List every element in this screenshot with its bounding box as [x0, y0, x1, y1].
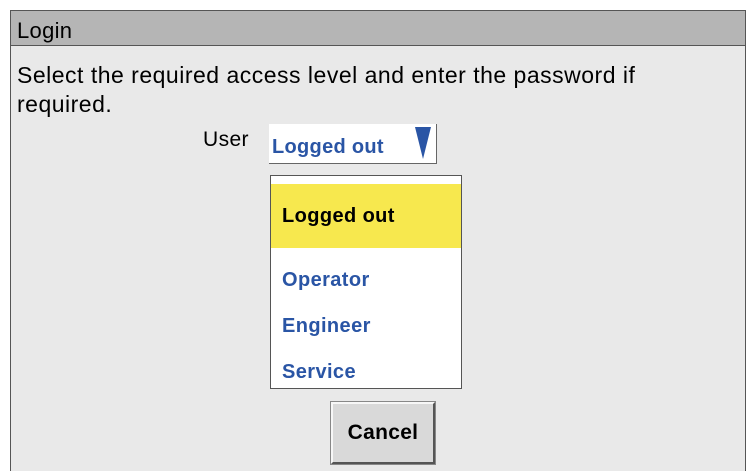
login-dialog: Login Select the required access level a… — [10, 10, 746, 471]
option-label: Operator — [282, 269, 370, 291]
cancel-button-label: Cancel — [347, 421, 419, 444]
option-label: Engineer — [282, 315, 371, 337]
dialog-title: Login — [17, 18, 73, 43]
user-label: User — [203, 128, 249, 151]
option-service[interactable]: Service — [271, 354, 461, 390]
option-label: Service — [282, 361, 356, 383]
option-operator[interactable]: Operator — [271, 262, 461, 298]
cancel-button[interactable]: Cancel — [330, 401, 436, 465]
instructions-text: Select the required access level and ent… — [17, 62, 636, 117]
triangle-down-icon[interactable] — [415, 127, 431, 159]
user-level-selected-value: Logged out — [272, 136, 384, 158]
user-level-select[interactable]: Logged out — [269, 124, 437, 164]
title-bar: Login — [11, 11, 745, 46]
option-logged-out[interactable]: Logged out — [271, 184, 461, 248]
option-engineer[interactable]: Engineer — [271, 308, 461, 344]
user-level-dropdown-list: Logged out Operator Engineer Service — [270, 175, 462, 389]
option-label: Logged out — [282, 205, 395, 227]
